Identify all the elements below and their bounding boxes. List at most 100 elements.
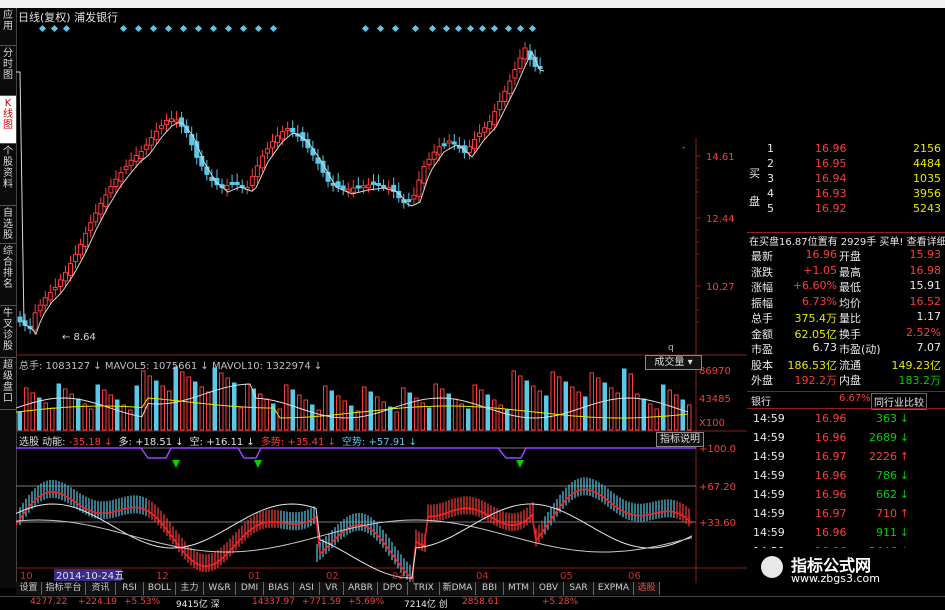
- time-axis-label: 10: [20, 571, 33, 582]
- quote-label: 外盘: [751, 374, 773, 387]
- left-nav-tab[interactable]: 牛叉诊股: [0, 306, 16, 358]
- indicator-tab[interactable]: 资讯: [86, 582, 116, 595]
- left-nav-tab[interactable]: 综合排名: [0, 244, 16, 306]
- signal-marker: [194, 24, 203, 33]
- volume-bar: [667, 389, 672, 431]
- volume-button-label: 成交量: [654, 357, 685, 368]
- candle: [108, 186, 114, 194]
- indicator-tab[interactable]: 新DMA: [440, 582, 476, 595]
- signal-marker: [224, 24, 233, 33]
- tick-price: 16.97: [815, 507, 847, 520]
- signal-marker: [239, 24, 248, 33]
- indicator-tab[interactable]: 指标平台: [42, 582, 86, 595]
- quote-row: 振幅 6.73% 均价 16.52: [747, 295, 945, 310]
- left-nav-tab[interactable]: K线图: [0, 96, 16, 144]
- volume-bar: [43, 402, 48, 431]
- volume-bar: [17, 411, 22, 431]
- indicator-tab[interactable]: SAR: [564, 582, 594, 595]
- volume-bar: [557, 376, 562, 431]
- volume-bar: [173, 366, 178, 431]
- quote-value: 15.91: [909, 279, 942, 292]
- left-nav-tab[interactable]: 应用: [0, 8, 16, 46]
- volume-bar: [76, 398, 81, 431]
- left-nav-tab[interactable]: 自选股: [0, 206, 16, 244]
- tick-volume: 2689: [869, 431, 897, 444]
- indicator-tab[interactable]: BIAS: [264, 582, 294, 595]
- bid-alert[interactable]: 在买盘16.87位置有 2929手 买单! 查看详细: [749, 233, 945, 248]
- volume-bar: [563, 381, 568, 431]
- quote-value: 16.96: [805, 248, 838, 261]
- volume-bar: [394, 411, 399, 431]
- candle: [47, 292, 53, 301]
- indicator-tab[interactable]: RSI: [116, 582, 144, 595]
- tick-price: 16.97: [815, 450, 847, 463]
- candle: [466, 146, 472, 153]
- indicator-tab[interactable]: 选股: [634, 582, 660, 595]
- quote-row: 外盘 192.2万 内盘 183.2万: [747, 372, 945, 387]
- signal-marker: [490, 24, 499, 33]
- signal-marker: [411, 24, 420, 33]
- buy-arrow-icon: [254, 460, 262, 468]
- left-nav: 应用 分时图 K线图 个股资料 自选股 综合排名 牛叉诊股 超级盘口: [0, 8, 17, 588]
- quote-label: 股本: [751, 358, 773, 372]
- top-menu-strip: [0, 0, 945, 8]
- volume-bar: [290, 389, 295, 431]
- volume-bar: [277, 408, 282, 431]
- volume-bar: [147, 375, 152, 431]
- time-axis-label: 06: [628, 571, 641, 582]
- indicator-axis-label: +33.60: [699, 518, 736, 529]
- volume-header: 总手: 1083127 ↓ MAVOL5: 1075661 ↓ MAVOL10:…: [19, 361, 323, 372]
- indicator-tab[interactable]: W&R: [204, 582, 236, 595]
- indicator-tab[interactable]: MTM: [504, 582, 534, 595]
- volume-bar: [641, 398, 646, 431]
- left-nav-tab[interactable]: 个股资料: [0, 144, 16, 206]
- volume-bar: [589, 372, 594, 431]
- volume-bar: [128, 409, 133, 431]
- arrow-up-icon: ↑: [899, 507, 909, 520]
- quote-value: 183.2万: [898, 374, 942, 387]
- kline-chart[interactable]: 14.61 12.44 10.27 ← 8.64 - q 86970 43485 X100 +10…: [16, 8, 747, 583]
- volume-bar: [186, 376, 191, 431]
- indicator-tab[interactable]: 设置: [16, 582, 42, 595]
- candle: [143, 144, 149, 150]
- quote-label: 最高: [839, 265, 861, 279]
- volume-bar: [95, 384, 100, 431]
- quote-label: 均价: [839, 296, 861, 310]
- candle: [138, 150, 144, 159]
- index-quote: +224.19: [78, 597, 118, 607]
- time-axis-label: 2014-10-24五: [56, 571, 124, 582]
- tick-volume: 662: [876, 488, 897, 501]
- candle: [93, 212, 99, 223]
- left-nav-tab[interactable]: 分时图: [0, 46, 16, 96]
- tick-price: 16.96: [815, 488, 847, 501]
- indicator-tab[interactable]: DPO: [378, 582, 408, 595]
- candle: [345, 188, 351, 192]
- tick-row: 14:59 16.97 2226 ↑: [747, 450, 945, 465]
- indicator-tab[interactable]: ASI: [294, 582, 320, 595]
- candle: [52, 286, 58, 291]
- candle: [376, 182, 382, 186]
- indicator-tab[interactable]: EXPMA: [594, 582, 634, 595]
- indicator-tab[interactable]: DMI: [236, 582, 264, 595]
- index-quote: 14337.97: [252, 597, 295, 607]
- volume-bar: [453, 398, 458, 431]
- indicator-tab[interactable]: OBV: [534, 582, 564, 595]
- tick-volume: 911: [876, 526, 897, 539]
- indicator-tab[interactable]: ARBR: [344, 582, 378, 595]
- volume-bar: [414, 397, 419, 431]
- indicator-tab[interactable]: BOLL: [144, 582, 176, 595]
- indicator-tab[interactable]: TRIX: [408, 582, 440, 595]
- indicator-tab[interactable]: VR: [320, 582, 344, 595]
- indicator-tab[interactable]: BBI: [476, 582, 504, 595]
- tick-time: 14:59: [753, 488, 785, 501]
- indicator-tab[interactable]: 主力: [176, 582, 204, 595]
- quote-row: 股本 186.53亿 流通 149.23亿: [747, 357, 945, 372]
- left-nav-tab[interactable]: 超级盘口: [0, 358, 16, 410]
- quote-value: 149.23亿: [891, 358, 942, 372]
- volume-button[interactable]: 成交量 ▾: [645, 355, 702, 370]
- indicator-explain-button[interactable]: 指标说明: [656, 432, 704, 447]
- low-price-marker: ← 8.64: [62, 332, 96, 343]
- quote-value: 16.98: [909, 263, 942, 277]
- candle: [365, 184, 371, 189]
- volume-bar: [355, 410, 360, 431]
